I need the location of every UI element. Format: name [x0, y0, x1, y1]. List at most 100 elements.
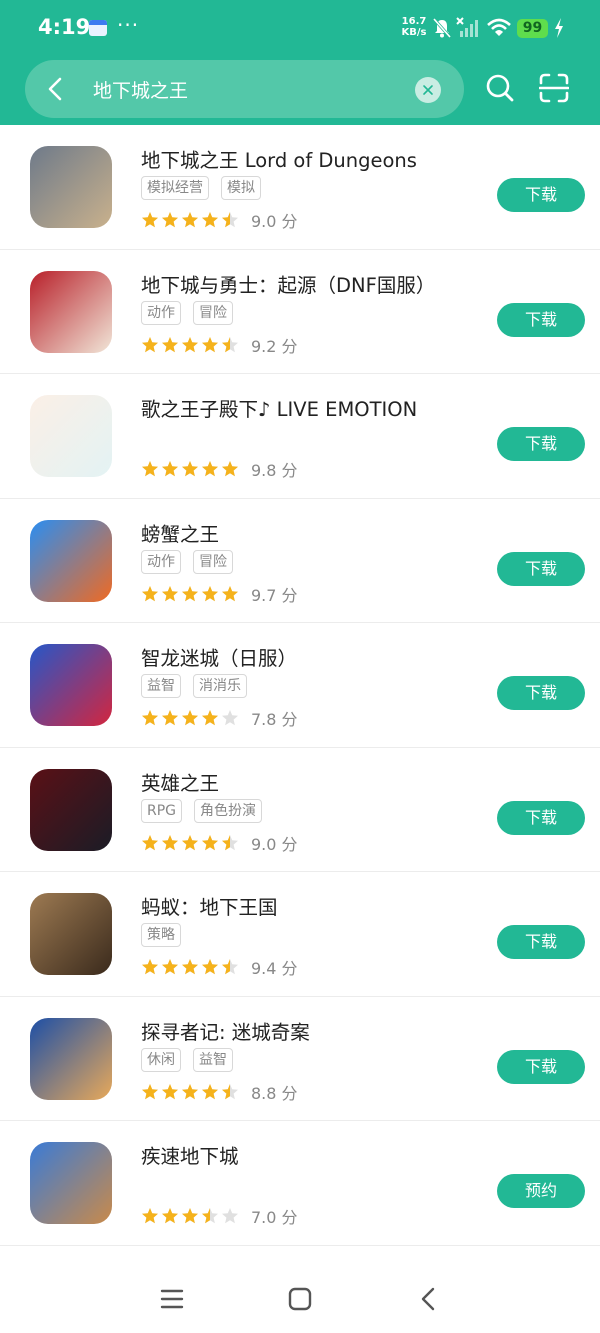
star-full-icon: [182, 585, 198, 601]
app-name[interactable]: 歌之王子殿下♪ LIVE EMOTION: [141, 393, 417, 422]
rating: 9.0 分: [141, 831, 298, 855]
menu-icon[interactable]: [159, 1286, 185, 1312]
rating-score: 9.0 分: [251, 834, 298, 854]
download-button[interactable]: 下载: [497, 925, 585, 959]
tag-list: 模拟经营 模拟: [141, 176, 261, 200]
app-name[interactable]: 螃蟹之王: [141, 518, 219, 547]
star-full-icon: [182, 336, 198, 352]
app-row[interactable]: 螃蟹之王 动作 冒险 9.7 分 下载: [0, 499, 600, 623]
download-button[interactable]: 下载: [497, 551, 585, 586]
download-button[interactable]: 下载: [497, 302, 585, 337]
rating-score: 9.8 分: [251, 461, 298, 480]
category-tag: 冒险: [193, 300, 233, 325]
app-row[interactable]: 探寻者记: 迷城奇案 休闲 益智 8.8 分 下载: [0, 997, 600, 1121]
net-speed-unit: KB/s: [401, 27, 427, 38]
star-full-icon: [142, 959, 158, 975]
app-row[interactable]: 地下城与勇士：起源（DNF国服） 动作 冒险 9.2 分 下载: [0, 250, 600, 374]
rating: 8.8 分: [141, 1080, 298, 1104]
category-tag: 冒险: [193, 549, 233, 574]
app-icon[interactable]: [30, 395, 112, 477]
star-full-icon: [182, 959, 198, 975]
rating: 9.4 分: [141, 955, 298, 979]
category-tag: 动作: [141, 300, 181, 325]
star-full-icon: [222, 585, 238, 601]
app-icon[interactable]: [30, 768, 112, 851]
rating: 9.7 分: [141, 582, 298, 606]
star-full-icon: [202, 1083, 218, 1099]
download-button[interactable]: 下载: [497, 800, 585, 835]
search-input[interactable]: [93, 75, 393, 103]
reserve-button[interactable]: 预约: [497, 1174, 585, 1208]
clear-icon[interactable]: [415, 77, 441, 103]
navigation-bar: [0, 1262, 600, 1333]
rating-score: 7.8 分: [251, 710, 298, 729]
star-full-icon: [142, 1083, 158, 1099]
star-full-icon: [182, 212, 198, 228]
star-rating: [141, 211, 239, 229]
back-arrow-icon[interactable]: [43, 76, 69, 102]
app-row[interactable]: 蚂蚁：地下王国策略 9.4 分 下载: [0, 872, 600, 997]
app-name[interactable]: 英雄之王: [141, 767, 219, 796]
status-time: 4:19: [38, 15, 91, 39]
app-row[interactable]: 疾速地下城 7.0 分 预约: [0, 1121, 600, 1246]
star-full-icon: [162, 336, 178, 352]
search-header: [0, 58, 600, 125]
app-name[interactable]: 蚂蚁：地下王国: [141, 891, 278, 920]
star-empty-icon: [222, 1208, 238, 1224]
app-name[interactable]: 地下城之王 Lord of Dungeons: [141, 144, 417, 173]
app-name[interactable]: 疾速地下城: [141, 1140, 239, 1169]
app-name[interactable]: 探寻者记: 迷城奇案: [141, 1016, 310, 1045]
net-speed: 16.7 KB/s: [398, 16, 430, 38]
app-row[interactable]: 歌之王子殿下♪ LIVE EMOTION 9.8 分 下载: [0, 374, 600, 499]
app-name[interactable]: 地下城与勇士：起源（DNF国服）: [141, 269, 435, 298]
star-full-icon: [162, 834, 178, 850]
rating: 9.0 分: [141, 208, 298, 232]
category-tag: 益智: [141, 674, 181, 698]
app-icon[interactable]: [30, 519, 112, 602]
search-box: [25, 60, 464, 118]
app-name[interactable]: 智龙迷城（日服）: [141, 642, 297, 671]
download-button[interactable]: 下载: [497, 427, 585, 461]
star-half-icon: [222, 336, 238, 352]
star-full-icon: [202, 834, 218, 850]
download-button[interactable]: 下载: [497, 1049, 585, 1084]
app-row[interactable]: 智龙迷城（日服） 益智 消消乐 7.8 分 下载: [0, 623, 600, 748]
star-full-icon: [142, 1208, 158, 1224]
star-full-icon: [162, 1208, 178, 1224]
app-icon[interactable]: [30, 893, 112, 975]
star-half-icon: [222, 834, 238, 850]
star-rating: [141, 336, 239, 354]
rating-score: 7.0 分: [251, 1208, 298, 1227]
star-full-icon: [162, 212, 178, 228]
app-icon[interactable]: [30, 270, 112, 353]
category-tag: 休闲: [141, 1047, 181, 1072]
app-icon[interactable]: [30, 1017, 112, 1100]
app-row[interactable]: 英雄之王 RPG 角色扮演 9.0 分 下载: [0, 748, 600, 872]
wifi-icon: [487, 18, 511, 36]
star-full-icon: [182, 461, 198, 477]
rating-score: 9.0 分: [251, 212, 298, 231]
category-tag: RPG: [141, 798, 183, 823]
star-full-icon: [182, 1208, 198, 1224]
battery-icon: 99: [517, 19, 548, 38]
star-half-icon: [222, 1083, 238, 1099]
download-button[interactable]: 下载: [497, 178, 585, 212]
rating: 7.8 分: [141, 706, 298, 730]
star-rating: [141, 834, 239, 852]
home-icon[interactable]: [287, 1286, 313, 1312]
tag-list: 策略: [141, 923, 181, 947]
scan-icon[interactable]: [539, 73, 569, 103]
no-signal-icon: [456, 17, 478, 37]
category-tag: 消消乐: [193, 674, 247, 698]
star-half-icon: [202, 1208, 218, 1224]
search-icon[interactable]: [485, 73, 515, 103]
app-icon[interactable]: [30, 146, 112, 228]
star-rating: [141, 709, 239, 727]
app-row[interactable]: 地下城之王 Lord of Dungeons 模拟经营 模拟 9.0 分 下载: [0, 125, 600, 250]
download-button[interactable]: 下载: [497, 676, 585, 710]
back-icon[interactable]: [416, 1286, 442, 1312]
star-full-icon: [182, 1083, 198, 1099]
app-icon[interactable]: [30, 644, 112, 726]
app-list: 地下城之王 Lord of Dungeons 模拟经营 模拟 9.0 分下载 地下城与勇…: [0, 125, 600, 1246]
app-icon[interactable]: [30, 1142, 112, 1224]
